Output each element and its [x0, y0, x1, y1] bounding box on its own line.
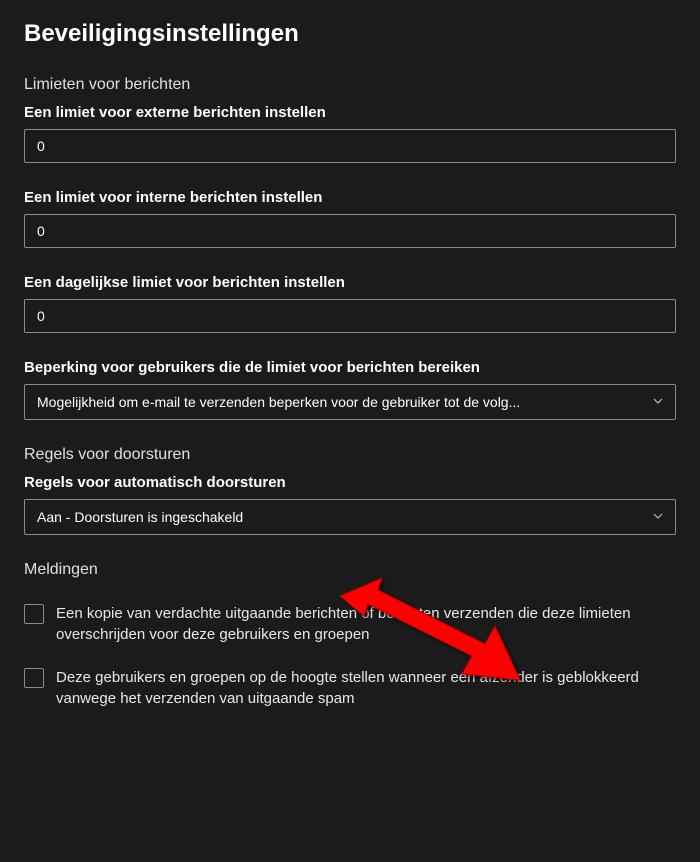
- copy-suspicious-checkbox[interactable]: [24, 604, 44, 624]
- auto-forwarding-select[interactable]: Aan - Doorsturen is ingeschakeld: [24, 499, 676, 535]
- restriction-label: Beperking voor gebruikers die de limiet …: [24, 359, 676, 376]
- notifications-section-title: Meldingen: [24, 561, 676, 579]
- auto-forwarding-label: Regels voor automatisch doorsturen: [24, 474, 676, 491]
- copy-suspicious-label: Een kopie van verdachte uitgaande berich…: [56, 603, 676, 645]
- limits-section-title: Limieten voor berichten: [24, 76, 676, 94]
- daily-limit-input[interactable]: [24, 299, 676, 333]
- notify-blocked-checkbox[interactable]: [24, 668, 44, 688]
- external-limit-input[interactable]: [24, 129, 676, 163]
- notify-blocked-label: Deze gebruikers en groepen op de hoogte …: [56, 667, 676, 709]
- internal-limit-input[interactable]: [24, 214, 676, 248]
- restriction-select[interactable]: Mogelijkheid om e-mail te verzenden bepe…: [24, 384, 676, 420]
- daily-limit-label: Een dagelijkse limiet voor berichten ins…: [24, 274, 676, 291]
- external-limit-label: Een limiet voor externe berichten instel…: [24, 104, 676, 121]
- page-title: Beveiligingsinstellingen: [24, 20, 676, 48]
- forwarding-section-title: Regels voor doorsturen: [24, 446, 676, 464]
- internal-limit-label: Een limiet voor interne berichten instel…: [24, 189, 676, 206]
